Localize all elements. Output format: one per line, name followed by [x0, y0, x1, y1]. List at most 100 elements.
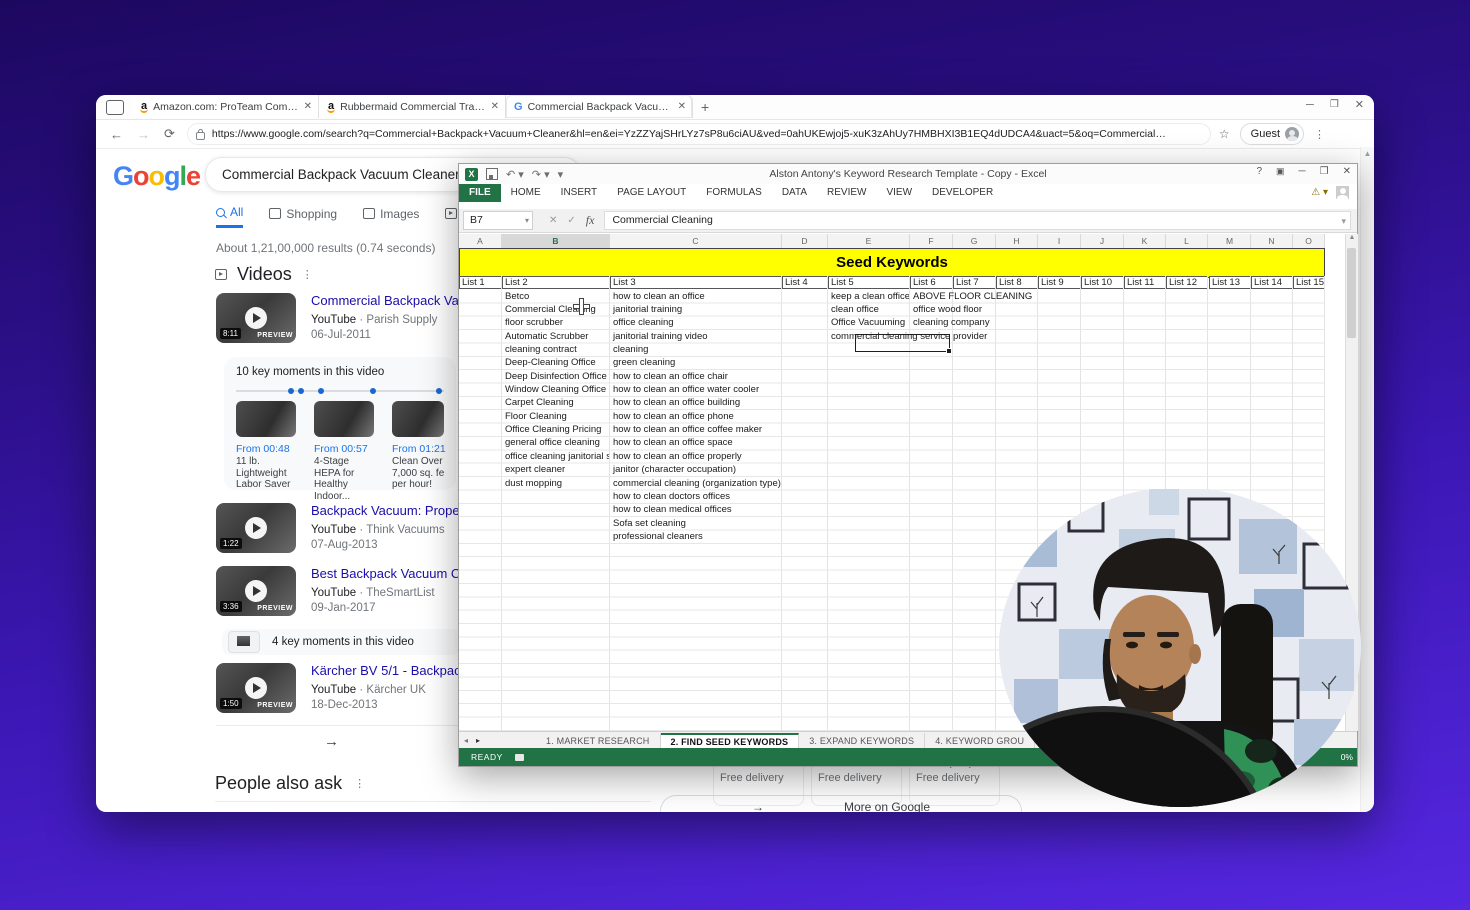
grid-cell-E8[interactable]: Office Vacuuming [831, 316, 909, 329]
key-moments-timeline[interactable] [236, 390, 444, 392]
restore-icon[interactable]: ❐ [1320, 166, 1329, 177]
column-header-L[interactable]: L [1166, 234, 1208, 248]
column-header-B[interactable]: B [502, 234, 610, 248]
grid-cell-C19[interactable]: janitor (character occupation) [613, 463, 736, 476]
page-scrollbar[interactable]: ▲ [1360, 147, 1374, 812]
list-header-cell[interactable]: List 15 [1293, 276, 1325, 289]
address-bar[interactable]: https://www.google.com/search?q=Commerci… [187, 123, 1211, 145]
tab-search-icon[interactable] [106, 100, 124, 115]
tab-close-icon[interactable]: ✕ [491, 101, 499, 112]
sheet-tab[interactable]: 3. EXPAND KEYWORDS [799, 733, 925, 749]
key-moment-time[interactable]: From 00:57 [314, 443, 368, 455]
sheet-nav-right-icon[interactable]: ▸ [476, 736, 480, 745]
grid-cell-C8[interactable]: office cleaning [613, 316, 674, 329]
insert-function-icon[interactable]: fx [586, 213, 595, 228]
grid-cell-C16[interactable]: how to clean an office coffee maker [613, 423, 762, 436]
cancel-icon[interactable]: ✕ [549, 215, 557, 226]
grid-cell-C17[interactable]: how to clean an office space [613, 436, 733, 449]
tab-close-icon[interactable]: ✕ [304, 101, 312, 112]
restore-icon[interactable]: ❐ [1330, 99, 1339, 110]
column-header-D[interactable]: D [782, 234, 828, 248]
timeline-dot[interactable] [318, 388, 324, 394]
list-header-cell[interactable]: List 3 [610, 276, 782, 289]
list-header-cell[interactable]: List 11 [1124, 276, 1166, 289]
grid-cell-B15[interactable]: Floor Cleaning [505, 410, 609, 423]
grid-cell-B8[interactable]: floor scrubber [505, 316, 609, 329]
list-header-cell[interactable]: List 1 [459, 276, 502, 289]
list-header-cell[interactable]: List 4 [782, 276, 828, 289]
grid-cell-B10[interactable]: cleaning contract [505, 343, 609, 356]
grid-cell-E7[interactable]: clean office [831, 303, 909, 316]
name-box[interactable]: B7 [463, 211, 533, 230]
list-header-cell[interactable]: List 12 [1166, 276, 1208, 289]
browser-tab[interactable]: aAmazon.com: ProTeam Commer✕ [132, 95, 319, 118]
timeline-dot[interactable] [298, 388, 304, 394]
help-icon[interactable]: ? [1256, 166, 1262, 177]
grid-cell-C20[interactable]: commercial cleaning (organization type) [613, 477, 781, 490]
column-header-I[interactable]: I [1038, 234, 1081, 248]
grid-cell-B13[interactable]: Window Cleaning Office [505, 383, 609, 396]
list-header-cell[interactable]: List 14 [1251, 276, 1293, 289]
grid-cell-C18[interactable]: how to clean an office properly [613, 450, 742, 463]
list-header-cell[interactable]: List 8 [996, 276, 1038, 289]
column-header-J[interactable]: J [1081, 234, 1124, 248]
key-moment-thumbnail[interactable] [314, 401, 374, 437]
formula-input[interactable]: Commercial Cleaning [604, 211, 1351, 230]
timeline-dot[interactable] [370, 388, 376, 394]
list-header-cell[interactable]: List 9 [1038, 276, 1081, 289]
grid-cell-F7[interactable]: office wood floor [913, 303, 982, 316]
minimize-icon[interactable]: ─ [1306, 99, 1314, 111]
page-security-icon[interactable] [196, 132, 205, 140]
grid-cell-B20[interactable]: dust mopping [505, 477, 609, 490]
paa-question[interactable]: Which is the best backpack vacuum? [215, 801, 651, 812]
column-header-E[interactable]: E [828, 234, 910, 248]
close-icon[interactable]: ✕ [1355, 98, 1364, 111]
ribbon-tab-review[interactable]: REVIEW [817, 184, 876, 202]
grid-cell-C14[interactable]: how to clean an office building [613, 396, 740, 409]
grid-cell-C15[interactable]: how to clean an office phone [613, 410, 734, 423]
new-tab-button[interactable]: + [701, 99, 709, 115]
grid-cell-C22[interactable]: how to clean medical offices [613, 503, 732, 516]
grid-cell-C9[interactable]: janitorial training video [613, 330, 708, 343]
refresh-icon[interactable]: ⟳ [164, 126, 175, 142]
google-logo[interactable]: Google [113, 161, 200, 192]
column-header-O[interactable]: O [1293, 234, 1325, 248]
column-header-F[interactable]: F [910, 234, 953, 248]
grid-cell-B16[interactable]: Office Cleaning Pricing [505, 423, 609, 436]
video-thumbnail[interactable]: 8:11PREVIEW [216, 293, 296, 343]
ribbon-tab-file[interactable]: FILE [459, 184, 501, 202]
grid-cell-B14[interactable]: Carpet Cleaning [505, 396, 609, 409]
url-text[interactable]: https://www.google.com/search?q=Commerci… [212, 128, 1172, 140]
column-header-M[interactable]: M [1209, 234, 1251, 248]
forward-icon[interactable]: → [137, 127, 150, 142]
list-header-cell[interactable]: List 13 [1209, 276, 1251, 289]
key-moment-thumbnail[interactable] [236, 401, 296, 437]
browser-tab[interactable]: aRubbermaid Commercial Traditi✕ [319, 95, 506, 118]
ribbon-tab-home[interactable]: HOME [501, 184, 551, 202]
ribbon-tab-formulas[interactable]: FORMULAS [696, 184, 772, 202]
grid-cell-C10[interactable]: cleaning [613, 343, 648, 356]
video-thumbnail[interactable]: 1:22 [216, 503, 296, 553]
grid-cell-C7[interactable]: janitorial training [613, 303, 682, 316]
sheet-tab[interactable]: 1. MARKET RESEARCH [536, 733, 660, 749]
timeline-dot[interactable] [436, 388, 442, 394]
video-thumbnail[interactable]: 1:50PREVIEW [216, 663, 296, 713]
close-icon[interactable]: ✕ [1343, 166, 1351, 177]
videos-more-icon[interactable]: ⋮ [302, 268, 313, 281]
column-header-A[interactable]: A [459, 234, 502, 248]
browser-tab[interactable]: GCommercial Backpack Vacuum C✕ [506, 95, 693, 118]
enter-icon[interactable]: ✓ [567, 215, 575, 226]
key-moments-row[interactable]: 4 key moments in this video [222, 629, 460, 655]
scroll-up-icon[interactable]: ▲ [1361, 149, 1374, 158]
ribbon-tab-data[interactable]: DATA [772, 184, 817, 202]
list-header-cell[interactable]: List 6 [910, 276, 953, 289]
column-header-C[interactable]: C [610, 234, 782, 248]
ribbon-options-icon[interactable]: ▣ [1276, 166, 1285, 177]
more-on-google-button[interactable]: → More on Google [660, 795, 1022, 812]
grid-cell-B19[interactable]: expert cleaner [505, 463, 609, 476]
guest-profile-button[interactable]: Guest [1240, 123, 1304, 145]
ribbon-tab-view[interactable]: VIEW [876, 184, 922, 202]
grid-cell-B6[interactable]: Betco [505, 290, 609, 303]
column-header-G[interactable]: G [953, 234, 996, 248]
browser-menu-icon[interactable]: ⋮ [1314, 128, 1325, 141]
